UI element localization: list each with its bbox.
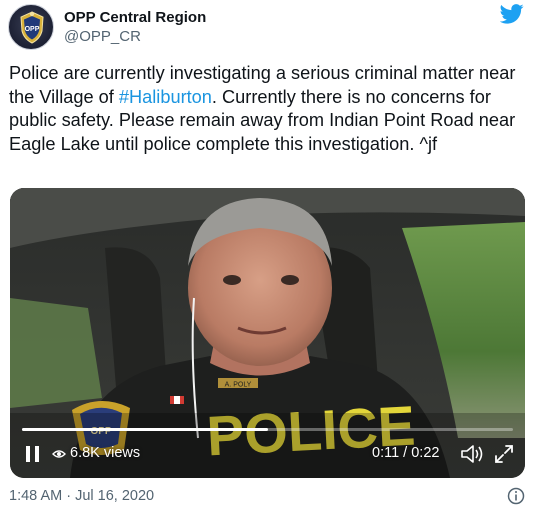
name-tag-text: A. POLY: [225, 382, 252, 389]
tweet-text: Police are currently investigating a ser…: [9, 62, 527, 156]
tweet-timestamp[interactable]: 1:48 AM · Jul 16, 2020: [9, 488, 154, 504]
video-controls: 6.8K views 0:11 / 0:22: [10, 442, 525, 468]
display-name[interactable]: OPP Central Region: [64, 9, 206, 26]
video-player[interactable]: OPP A. POLY POLICE 6.8K views 0:11 / 0:2…: [10, 188, 525, 478]
police-crest-icon: OPP: [20, 11, 44, 44]
tweet-card: OPP OPP Central Region @OPP_CR Police ar…: [0, 0, 534, 521]
eye-icon: [52, 450, 66, 458]
hashtag-link[interactable]: #Haliburton: [119, 87, 212, 107]
video-progress-fill: [22, 428, 268, 431]
video-frame: OPP A. POLY POLICE: [10, 188, 525, 478]
avatar[interactable]: OPP: [8, 4, 54, 50]
user-handle[interactable]: @OPP_CR: [64, 28, 141, 45]
volume-icon[interactable]: [460, 444, 484, 464]
fullscreen-icon[interactable]: [494, 444, 514, 464]
info-icon[interactable]: [507, 487, 525, 505]
twitter-bird-icon[interactable]: [500, 4, 524, 24]
video-time: 0:11 / 0:22: [372, 445, 440, 461]
tweet-header: OPP OPP Central Region @OPP_CR: [8, 4, 526, 50]
pause-icon[interactable]: [26, 446, 40, 462]
view-count: 6.8K views: [70, 445, 141, 461]
video-progress-bar[interactable]: [22, 428, 513, 431]
avatar-text: OPP: [25, 26, 40, 33]
